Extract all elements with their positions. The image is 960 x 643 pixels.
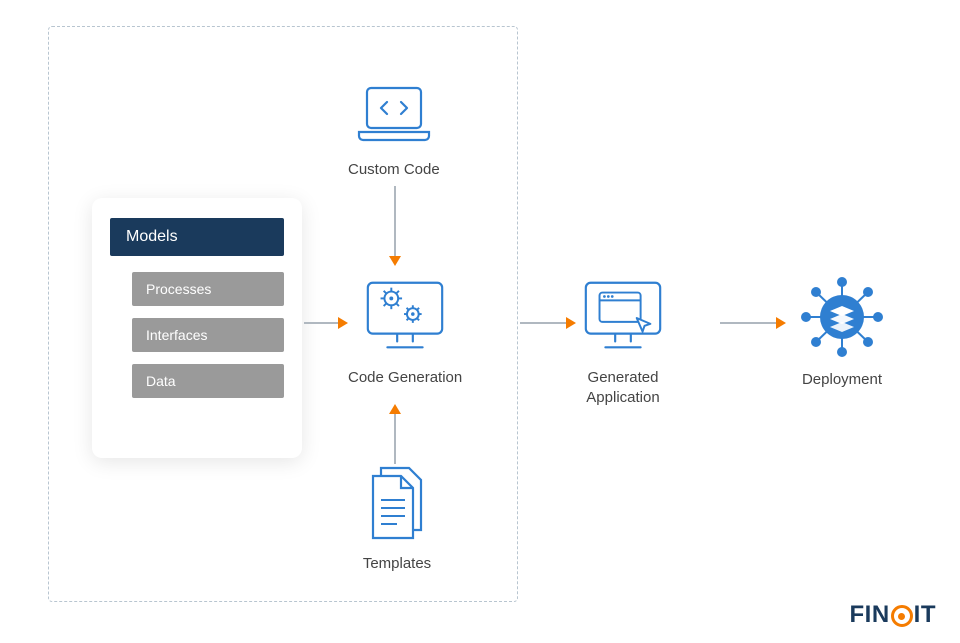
arrow-genapp-to-deploy [720, 317, 786, 329]
finoit-logo: FIN IT [850, 601, 937, 629]
code-generation-label: Code Generation [348, 368, 462, 388]
node-generated-application: Generated Application [578, 276, 668, 407]
models-header: Models [110, 218, 284, 256]
arrow-customcode-to-codegen [389, 186, 401, 266]
templates-label: Templates [363, 554, 431, 574]
model-item-data: Data [132, 364, 284, 398]
models-card: Models Processes Interfaces Data [92, 198, 302, 458]
monitor-window-cursor-icon [578, 276, 668, 358]
monitor-gears-icon [360, 276, 450, 358]
model-item-processes: Processes [132, 272, 284, 306]
logo-text-part1: FIN [850, 601, 890, 629]
logo-text-part2: IT [914, 601, 936, 629]
node-code-generation: Code Generation [348, 276, 462, 388]
network-stack-icon [792, 274, 892, 360]
node-custom-code: Custom Code [348, 80, 440, 180]
node-templates: Templates [352, 464, 442, 574]
documents-icon [352, 464, 442, 544]
arrow-codegen-to-genapp [520, 317, 576, 329]
generated-application-label: Generated Application [586, 368, 659, 407]
logo-o-icon [891, 605, 913, 627]
node-deployment: Deployment [792, 274, 892, 390]
arrow-templates-to-codegen [389, 404, 401, 464]
model-item-interfaces: Interfaces [132, 318, 284, 352]
laptop-code-icon [349, 80, 439, 150]
deployment-label: Deployment [802, 370, 882, 390]
arrow-models-to-codegen [304, 317, 348, 329]
custom-code-label: Custom Code [348, 160, 440, 180]
